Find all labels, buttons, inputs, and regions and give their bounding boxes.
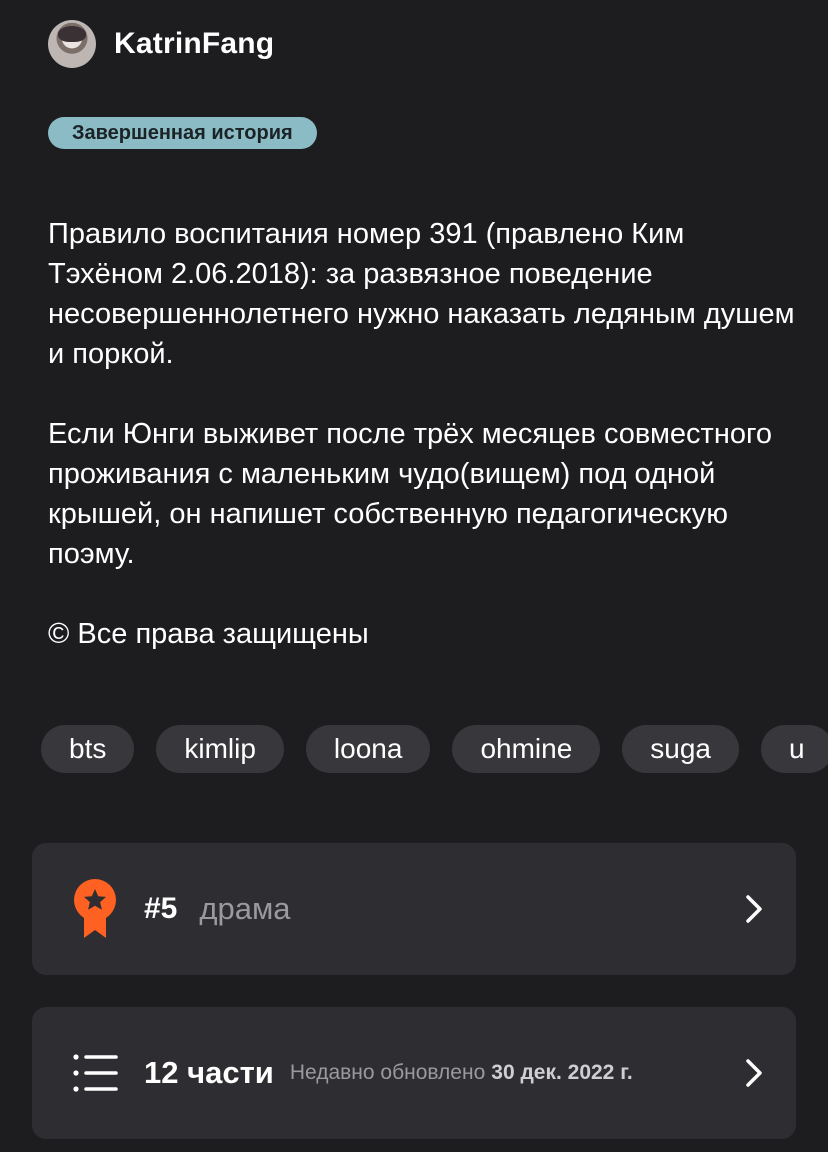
chevron-right-icon bbox=[746, 1059, 762, 1087]
list-icon bbox=[73, 1054, 118, 1092]
author-row[interactable]: KatrinFang bbox=[48, 20, 274, 68]
tag-chip[interactable]: suga bbox=[622, 725, 739, 773]
tag-chip[interactable]: ohmine bbox=[452, 725, 601, 773]
tag-chip[interactable]: u bbox=[761, 725, 828, 773]
rank-number: #5 bbox=[144, 892, 178, 925]
description-paragraph-2: Если Юнги выживет после трёх месяцев сов… bbox=[48, 418, 773, 570]
parts-count: 12 части bbox=[144, 1055, 274, 1090]
updated-label: Недавно обновлено bbox=[289, 1061, 486, 1084]
medal-icon bbox=[74, 879, 116, 938]
copyright-notice: © Все права защищены bbox=[48, 618, 369, 650]
tag-chip[interactable]: bts bbox=[41, 725, 135, 773]
ranking-card[interactable]: #5 драма bbox=[32, 843, 796, 975]
description-paragraph-1: Правило воспитания номер 391 (правлено К… bbox=[48, 218, 795, 370]
status-badge: Завершенная история bbox=[48, 117, 317, 149]
tag-list: bts kimlip loona ohmine suga u bbox=[41, 725, 828, 773]
story-description: Правило воспитания номер 391 (правлено К… bbox=[48, 214, 798, 654]
chevron-right-icon bbox=[746, 895, 762, 923]
tag-chip[interactable]: loona bbox=[305, 725, 431, 773]
story-details-page: KatrinFang Завершенная история Правило в… bbox=[0, 0, 828, 1152]
author-name[interactable]: KatrinFang bbox=[114, 27, 274, 61]
rank-genre: драма bbox=[199, 891, 291, 926]
parts-card[interactable]: 12 части Недавно обновлено 30 дек. 2022 … bbox=[32, 1007, 796, 1139]
updated-date: 30 дек. 2022 г. bbox=[491, 1061, 633, 1084]
avatar[interactable] bbox=[48, 20, 96, 68]
tag-chip[interactable]: kimlip bbox=[156, 725, 284, 773]
